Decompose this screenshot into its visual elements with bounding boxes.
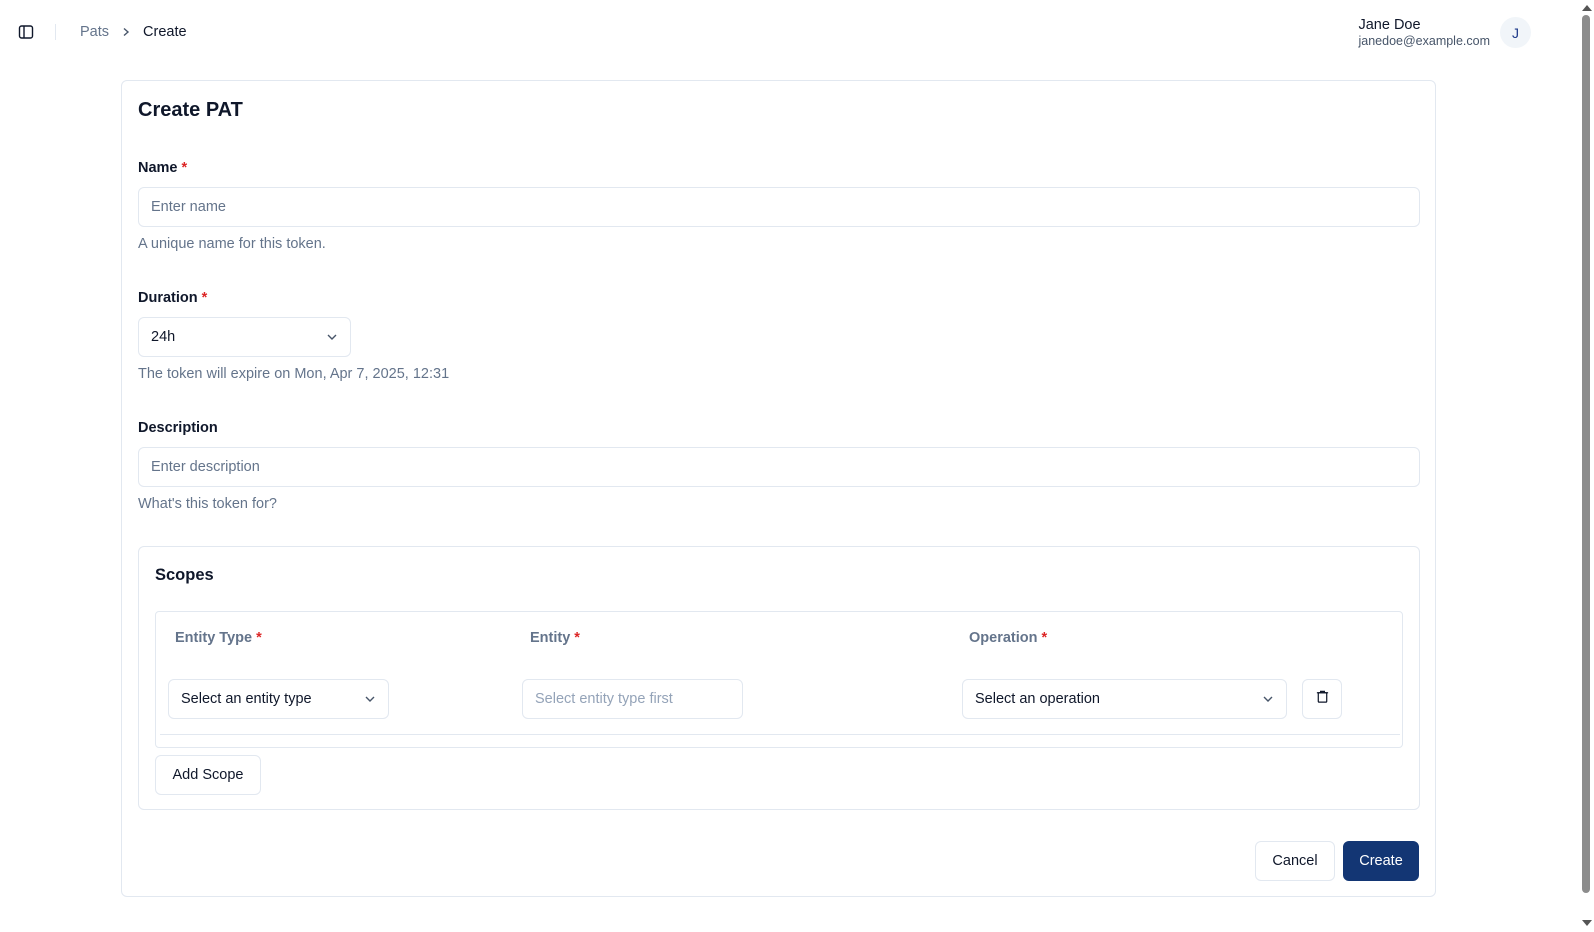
entity-type-header-text: Entity Type [175,630,253,646]
chevron-right-icon [121,27,131,37]
name-input[interactable] [138,187,1420,227]
required-mark: * [574,630,580,646]
required-mark: * [181,160,188,176]
scopes-table: Entity Type * Entity * Operation * Select a… [155,611,1403,748]
entity-input[interactable] [522,679,743,719]
required-mark: * [256,630,262,646]
top-bar: Pats Create Jane Doe janedoe@example.com… [0,0,1578,62]
description-label: Description [138,420,218,436]
topbar-divider [55,24,56,40]
duration-select-value: 24h [151,329,176,345]
name-label: Name * [138,160,187,176]
sidebar-toggle-icon[interactable] [17,23,35,41]
required-mark: * [201,290,208,306]
scopes-title: Scopes [155,566,214,584]
entity-header-text: Entity [530,630,571,646]
operation-header: Operation * [969,630,1047,646]
duration-select[interactable]: 24h [138,317,351,357]
scroll-up-icon[interactable] [1582,5,1592,11]
scroll-thumb[interactable] [1582,15,1590,893]
name-label-text: Name [138,160,178,176]
user-info: Jane Doe janedoe@example.com [1358,18,1490,47]
user-name: Jane Doe [1358,17,1421,33]
breadcrumb-current: Create [143,24,187,40]
create-pat-card: Create PAT Name* A unique name for this … [121,80,1436,897]
operation-header-text: Operation [969,630,1038,646]
name-hint: A unique name for this token. [138,236,326,252]
duration-label-text: Duration [138,290,198,306]
trash-icon [1315,689,1330,709]
page-scrollbar[interactable] [1578,0,1594,932]
user-email: janedoe@example.com [1358,33,1490,48]
scopes-section: Scopes Entity Type * Entity * Operation * S… [138,546,1420,810]
row-divider [160,734,1400,735]
entity-header: Entity * [530,630,580,646]
entity-type-header: Entity Type * [175,630,262,646]
description-hint: What's this token for? [138,496,277,512]
chevron-down-icon [1262,693,1274,705]
page-title: Create PAT [138,99,243,121]
duration-hint: The token will expire on Mon, Apr 7, 202… [138,366,450,382]
breadcrumb-link-pats[interactable]: Pats [80,24,109,40]
operation-select-value: Select an operation [975,691,1100,707]
entity-type-select[interactable]: Select an entity type [168,679,389,719]
operation-select[interactable]: Select an operation [962,679,1287,719]
add-scope-button[interactable]: Add Scope [155,755,261,795]
cancel-button[interactable]: Cancel [1255,841,1335,881]
chevron-down-icon [364,693,376,705]
chevron-down-icon [326,331,338,343]
duration-label: Duration * [138,290,207,306]
description-input[interactable] [138,447,1420,487]
create-button[interactable]: Create [1343,841,1419,881]
scroll-down-icon[interactable] [1582,920,1592,926]
required-mark: * [1041,630,1048,646]
avatar[interactable]: J [1500,17,1531,48]
entity-type-select-value: Select an entity type [181,691,312,707]
breadcrumb: Pats Create [80,22,187,42]
delete-scope-button[interactable] [1302,679,1342,719]
